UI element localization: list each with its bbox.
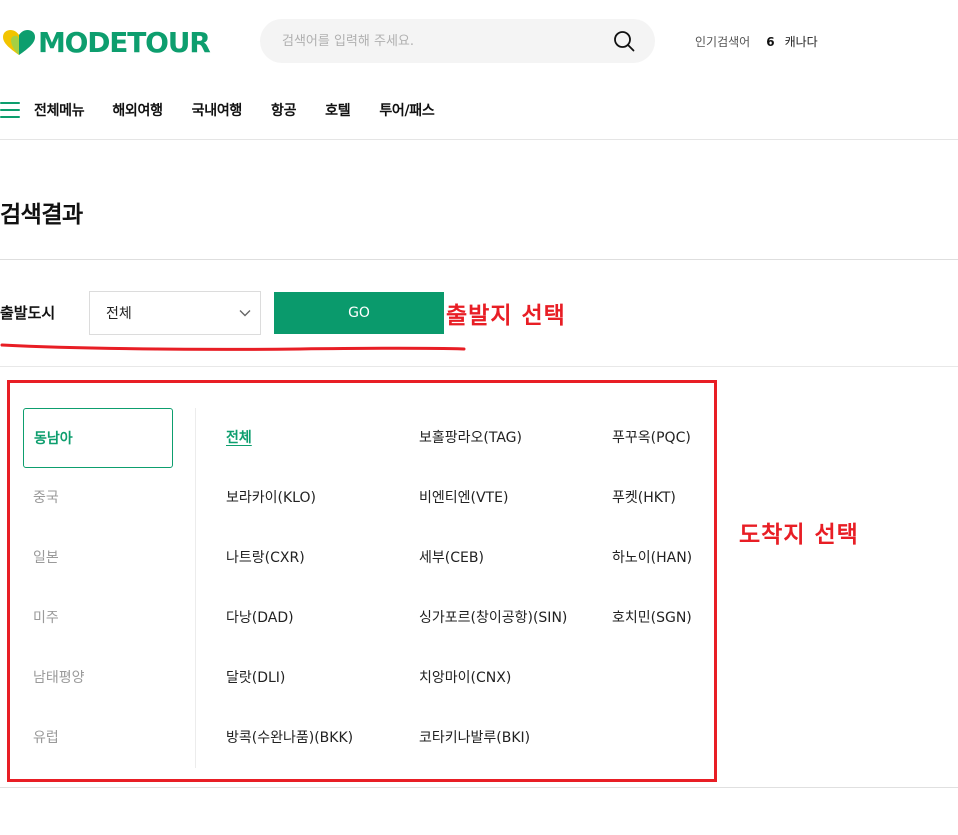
annotation-destination: 도착지 선택 — [739, 522, 859, 548]
annotation-departure: 출발지 선택 — [446, 303, 566, 329]
nav-all-menu[interactable]: 전체메뉴 — [34, 100, 85, 120]
popular-search[interactable]: 인기검색어 6 캐나다 — [695, 33, 818, 50]
nav-item-hotel[interactable]: 호텔 — [325, 100, 350, 120]
search-icon[interactable] — [613, 30, 635, 52]
nav-item-overseas[interactable]: 해외여행 — [112, 100, 163, 120]
popular-search-rank: 6 — [766, 34, 775, 49]
nav-divider — [0, 139, 958, 140]
main-nav: 전체메뉴 해외여행 국내여행 항공 호텔 투어/패스 — [0, 96, 463, 124]
logo[interactable]: MODETOUR — [2, 26, 211, 60]
departure-selected-value: 전체 — [106, 306, 132, 322]
title-divider — [0, 259, 958, 260]
search-bar[interactable] — [260, 19, 655, 63]
go-button[interactable]: GO — [274, 292, 444, 334]
nav-item-tour-pass[interactable]: 투어/패스 — [379, 100, 434, 120]
logo-text: MODETOUR — [38, 26, 211, 59]
departure-select[interactable]: 전체 — [89, 291, 261, 335]
hamburger-menu-icon[interactable] — [0, 102, 20, 118]
page-title: 검색결과 — [0, 202, 83, 228]
nav-item-domestic[interactable]: 국내여행 — [192, 100, 243, 120]
chevron-down-icon — [239, 310, 251, 317]
search-input[interactable] — [282, 33, 613, 49]
annotation-underline — [0, 343, 466, 351]
popular-search-term[interactable]: 캐나다 — [785, 33, 818, 50]
annotation-box — [7, 380, 717, 782]
departure-label: 출발도시 — [0, 304, 56, 322]
nav-item-flight[interactable]: 항공 — [271, 100, 296, 120]
popular-search-label: 인기검색어 — [695, 35, 751, 49]
heart-logo-icon — [3, 30, 35, 55]
